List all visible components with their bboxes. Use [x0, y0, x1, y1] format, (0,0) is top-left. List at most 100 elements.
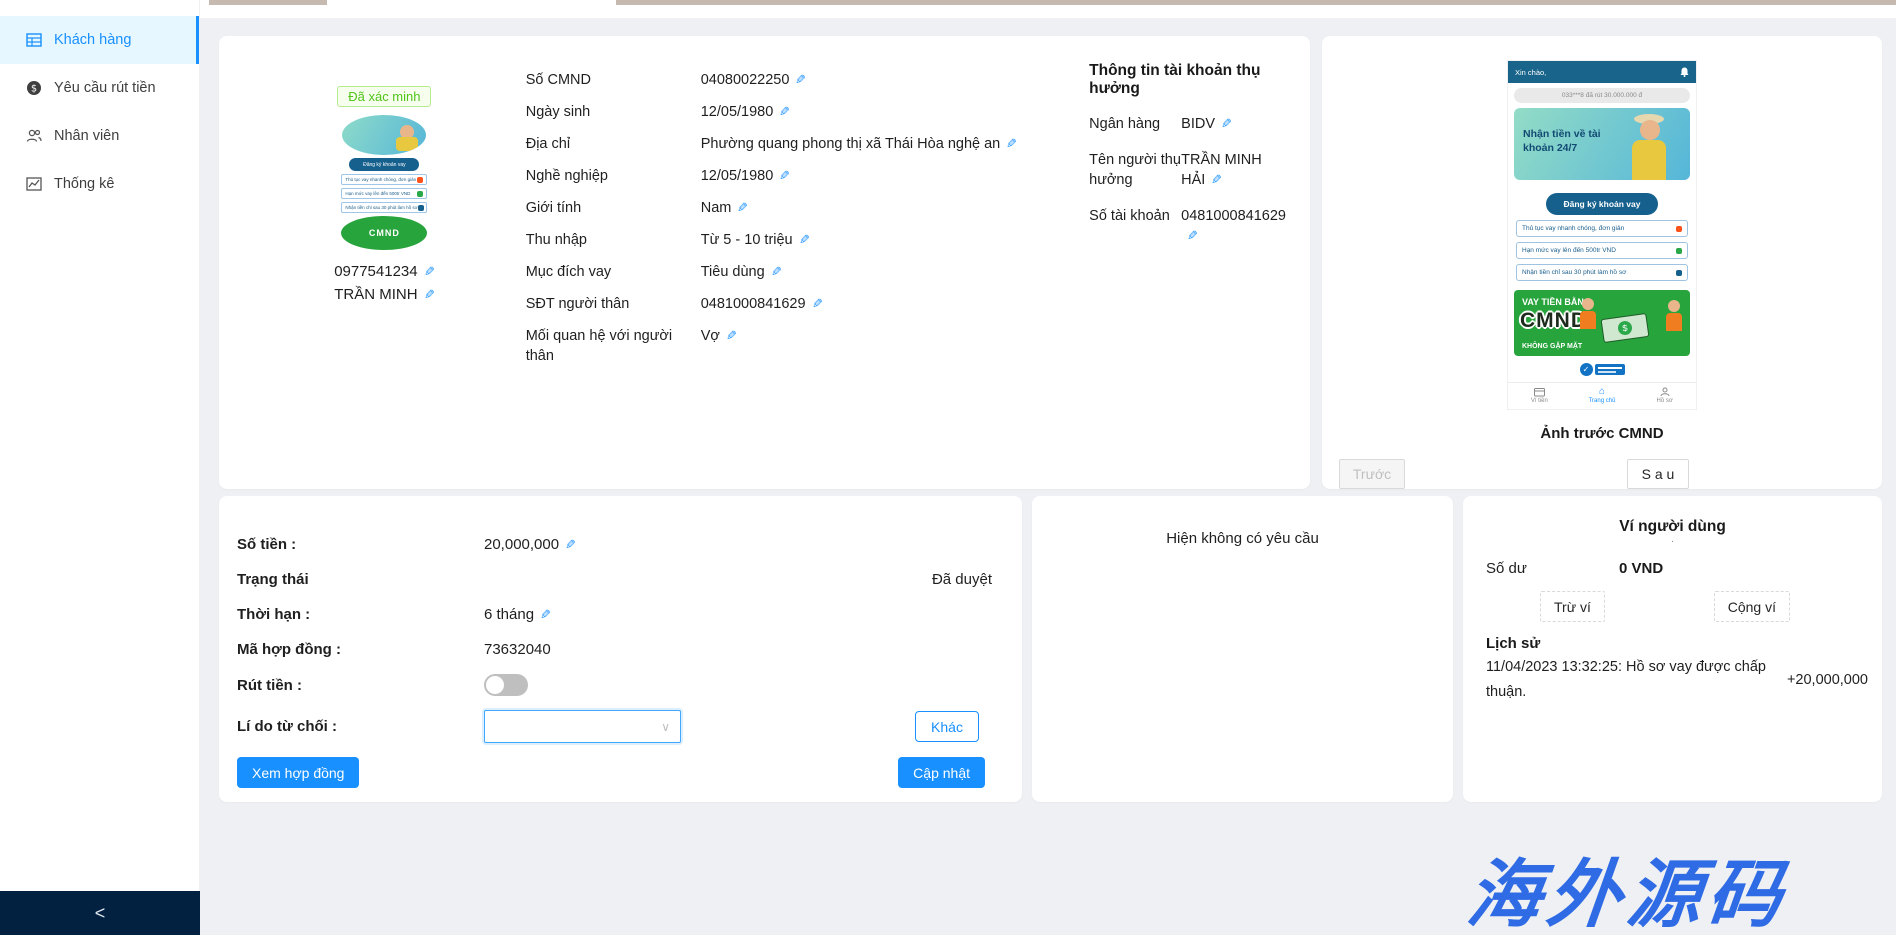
field-row: Số CMND04080022250✎	[526, 70, 1089, 90]
bell-icon	[1676, 226, 1682, 232]
beneficiary-row: Số tài khoản0481000841629✎	[1089, 206, 1286, 246]
balance-value: 0 VND	[1619, 560, 1663, 577]
app-header: Xin chào,	[1508, 61, 1696, 83]
edit-icon[interactable]: ✎	[726, 326, 737, 346]
field-row: SĐT người thân0481000841629✎	[526, 294, 1089, 314]
edit-icon[interactable]: ✎	[799, 230, 810, 250]
loan-contract-row: Mã hợp đồng : 73632040	[237, 639, 1004, 660]
next-photo-button[interactable]: S a u	[1627, 459, 1689, 489]
chevron-left-icon: <	[95, 903, 106, 924]
promo-character	[1666, 300, 1682, 331]
edit-icon[interactable]: ✎	[812, 294, 823, 314]
edit-icon[interactable]: ✎	[771, 262, 782, 282]
badge-icon	[417, 191, 423, 197]
edit-icon[interactable]: ✎	[424, 287, 435, 303]
beneficiary-row: Tên người thụ hưởngTRẦN MINH HẢI✎	[1089, 150, 1286, 190]
history-row: 11/04/2023 13:32:25: Hồ sơ vay được chấp…	[1486, 655, 1868, 706]
prev-photo-button[interactable]: Trước	[1339, 459, 1405, 489]
badge-icon	[1676, 248, 1682, 254]
wallet-icon	[1534, 387, 1545, 397]
nav-profile: Hồ sơ	[1633, 387, 1696, 404]
avatar-mini-row: Nhận tiền chỉ sau 30 phút làm hồ sơ	[341, 202, 427, 213]
clock-icon	[418, 205, 424, 211]
bell-icon	[1680, 67, 1689, 77]
beneficiary-section: Thông tin tài khoản thụ hưởng Ngân hàngB…	[1089, 36, 1286, 489]
status-badge: Đã duyệt	[932, 571, 992, 588]
customer-phone: 0977541234	[334, 263, 417, 280]
update-button[interactable]: Cập nhật	[898, 757, 985, 788]
avatar-banner-image	[342, 115, 426, 155]
avatar-mini-row: Hạn mức vay lên đến 500tr VND	[341, 188, 427, 199]
field-row: Giới tínhNam✎	[526, 198, 1089, 218]
app-promo-banner: VAY TIỀN BẰNG CMND KHÔNG GẶP MẶT $	[1514, 290, 1690, 356]
wallet-subtitle-dot: .	[1463, 536, 1882, 544]
sidebar-item-nhan-vien[interactable]: Nhân viên	[0, 112, 199, 160]
money-note: $	[1601, 313, 1650, 343]
cmnd-photo-preview: Xin chào, 033***8 đã rút 30.000.000 đ Nh…	[1507, 60, 1697, 410]
avatar-mini-row: Thủ tục vay nhanh chóng, đơn giản	[341, 174, 427, 185]
avatar: Đăng ký khoản vay Thủ tục vay nhanh chón…	[341, 115, 427, 250]
sidebar-collapse-trigger[interactable]: <	[0, 891, 200, 935]
edit-icon[interactable]: ✎	[1211, 170, 1222, 190]
field-row: Mục đích vayTiêu dùng✎	[526, 262, 1089, 282]
field-row: Mối quan hệ với người thânVợ✎	[526, 326, 1089, 366]
verified-badge: Đã xác minh	[337, 86, 431, 107]
verified-logo: ✓	[1508, 363, 1696, 376]
customer-profile-card: Đã xác minh Đăng ký khoản vay Thủ tục va…	[219, 36, 1310, 489]
wallet-balance-row: Số dư 0 VND	[1486, 560, 1882, 577]
field-row: Nghề nghiệp12/05/1980✎	[526, 166, 1089, 186]
loan-term-row: Thời hạn : 6 tháng✎	[237, 604, 1004, 625]
no-request-message: Hiện không có yêu cầu	[1166, 530, 1319, 547]
app-feature-row: Thủ tục vay nhanh chóng, đơn giản	[1516, 220, 1688, 237]
edit-icon[interactable]: ✎	[565, 537, 576, 553]
edit-icon[interactable]: ✎	[1006, 134, 1017, 154]
history-entry: 11/04/2023 13:32:25: Hồ sơ vay được chấp…	[1486, 655, 1786, 706]
loan-status-row: Trạng thái Đã duyệt	[237, 569, 1004, 590]
other-reason-button[interactable]: Khác	[915, 711, 979, 742]
field-row: Địa chỉPhường quang phong thị xã Thái Hò…	[526, 134, 1089, 154]
reject-reason-select[interactable]: ∨	[484, 710, 681, 743]
table-icon	[26, 32, 42, 48]
watermark: 海外源码	[1462, 835, 1793, 942]
nav-home: ⌂ Trang chủ	[1571, 387, 1634, 404]
edit-icon[interactable]: ✎	[779, 102, 790, 122]
customer-name: TRẦN MINH	[334, 286, 417, 303]
sidebar-item-label: Khách hàng	[54, 32, 131, 48]
loan-reject-row: Lí do từ chối : ∨ Khác	[237, 710, 1004, 743]
edit-icon[interactable]: ✎	[540, 607, 551, 623]
sidebar-item-thong-ke[interactable]: Thống kê	[0, 160, 199, 208]
bell-icon	[417, 177, 423, 183]
window-edge-artifact	[209, 0, 327, 5]
loan-withdraw-row: Rút tiền :	[237, 674, 1004, 696]
view-contract-button[interactable]: Xem hợp đồng	[237, 757, 359, 788]
app-bottom-nav: Ví tiền ⌂ Trang chủ Hồ sơ	[1508, 382, 1696, 409]
photo-caption: Ảnh trước CMND	[1322, 425, 1882, 442]
nav-wallet: Ví tiền	[1508, 387, 1571, 404]
sidebar-item-khach-hang[interactable]: Khách hàng	[0, 16, 199, 64]
cmnd-photo-card: Xin chào, 033***8 đã rút 30.000.000 đ Nh…	[1322, 36, 1882, 489]
sidebar-item-label: Thống kê	[54, 176, 114, 192]
subtract-wallet-button[interactable]: Trừ ví	[1540, 591, 1605, 622]
beneficiary-row: Ngân hàngBIDV✎	[1089, 114, 1286, 134]
edit-icon[interactable]: ✎	[424, 264, 435, 280]
line-chart-icon	[26, 176, 42, 192]
app-feature-row: Hạn mức vay lên đến 500tr VND	[1516, 242, 1688, 259]
withdraw-toggle[interactable]	[484, 674, 528, 696]
team-icon	[26, 128, 42, 144]
customer-fields: Số CMND04080022250✎ Ngày sinh12/05/1980✎…	[526, 36, 1089, 489]
add-wallet-button[interactable]: Cộng ví	[1714, 591, 1790, 622]
sidebar-item-label: Nhân viên	[54, 128, 119, 144]
clock-icon	[1676, 270, 1682, 276]
history-amount: +20,000,000	[1787, 672, 1868, 688]
edit-icon[interactable]: ✎	[779, 166, 790, 186]
promo-character	[1580, 298, 1596, 329]
sidebar-item-yeu-cau-rut-tien[interactable]: $ Yêu cầu rút tiền	[0, 64, 199, 112]
field-row: Thu nhậpTừ 5 - 10 triệu✎	[526, 230, 1089, 250]
field-row: Ngày sinh12/05/1980✎	[526, 102, 1089, 122]
edit-icon[interactable]: ✎	[737, 198, 748, 218]
history-label: Lịch sử	[1486, 635, 1882, 652]
edit-icon[interactable]: ✎	[1187, 226, 1198, 246]
edit-icon[interactable]: ✎	[1221, 114, 1232, 134]
avatar-promo-image: CMND	[341, 216, 427, 250]
edit-icon[interactable]: ✎	[795, 70, 806, 90]
